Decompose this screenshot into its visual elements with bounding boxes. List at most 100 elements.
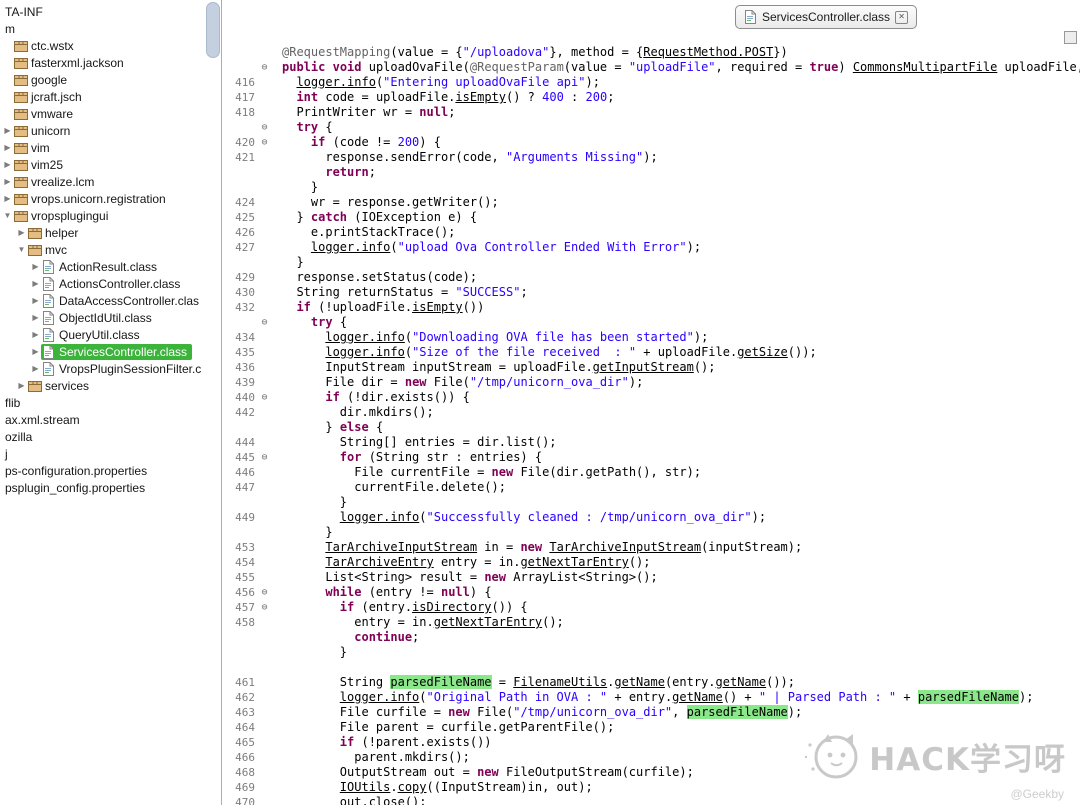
tree-item[interactable]: ▶vim25 xyxy=(0,156,204,173)
code-line[interactable]: 449 logger.info("Successfully cleaned : … xyxy=(222,510,1080,525)
code-line[interactable]: 434 logger.info("Downloading OVA file ha… xyxy=(222,330,1080,345)
tree-item-body[interactable]: DataAccessController.clas xyxy=(41,293,204,309)
tree-item[interactable]: ▶unicorn xyxy=(0,122,204,139)
chevron-right-icon[interactable]: ▶ xyxy=(30,279,41,288)
code-line[interactable]: } xyxy=(222,495,1080,510)
tree-item[interactable]: ▶helper xyxy=(0,224,204,241)
tree-item[interactable]: ▶VropsPluginSessionFilter.c xyxy=(0,360,204,377)
tree-item[interactable]: google xyxy=(0,71,204,88)
tree-item-body[interactable]: vim xyxy=(13,140,55,156)
tree-item[interactable]: fasterxml.jackson xyxy=(0,54,204,71)
tree-item[interactable]: ax.xml.stream xyxy=(0,411,204,428)
code-line[interactable]: 426 e.printStackTrace(); xyxy=(222,225,1080,240)
code-line[interactable]: 458 entry = in.getNextTarEntry(); xyxy=(222,615,1080,630)
code-line[interactable]: 463 File curfile = new File("/tmp/unicor… xyxy=(222,705,1080,720)
tree-item-body[interactable]: vrealize.lcm xyxy=(13,174,99,190)
overview-ruler-button[interactable] xyxy=(1064,31,1077,44)
code-line[interactable]: } xyxy=(222,255,1080,270)
fold-toggle-icon[interactable]: ⊖ xyxy=(257,60,272,75)
code-line[interactable]: 454 TarArchiveEntry entry = in.getNextTa… xyxy=(222,555,1080,570)
tree-item-body[interactable]: unicorn xyxy=(13,123,75,139)
fold-toggle-icon[interactable]: ⊖ xyxy=(257,135,272,150)
tree-item[interactable]: jcraft.jsch xyxy=(0,88,204,105)
chevron-down-icon[interactable]: ▼ xyxy=(2,211,13,220)
tree-item[interactable]: ▶ServicesController.class xyxy=(0,343,204,360)
tree-item-body[interactable]: google xyxy=(13,72,72,88)
sidebar-scrollbar[interactable] xyxy=(204,0,222,805)
tree-item-body[interactable]: vim25 xyxy=(13,157,68,173)
tree-item[interactable]: psplugin_config.properties xyxy=(0,479,204,496)
code-line[interactable]: 446 File currentFile = new File(dir.getP… xyxy=(222,465,1080,480)
code-line[interactable] xyxy=(222,660,1080,675)
tab-close-icon[interactable]: ✕ xyxy=(895,11,908,24)
tree-item-body[interactable]: fasterxml.jackson xyxy=(13,55,129,71)
chevron-right-icon[interactable]: ▶ xyxy=(30,347,41,356)
code-line[interactable]: 455 List<String> result = new ArrayList<… xyxy=(222,570,1080,585)
tree-item[interactable]: ▶ActionResult.class xyxy=(0,258,204,275)
fold-toggle-icon[interactable]: ⊖ xyxy=(257,450,272,465)
chevron-right-icon[interactable]: ▶ xyxy=(30,330,41,339)
tree-item[interactable]: ▶vrops.unicorn.registration xyxy=(0,190,204,207)
fold-toggle-icon[interactable]: ⊖ xyxy=(257,600,272,615)
tree-item[interactable]: TA-INF xyxy=(0,3,204,20)
chevron-down-icon[interactable]: ▼ xyxy=(16,245,27,254)
code-line[interactable]: } xyxy=(222,525,1080,540)
tree-item-body[interactable]: jcraft.jsch xyxy=(13,89,87,105)
code-line[interactable]: 442 dir.mkdirs(); xyxy=(222,405,1080,420)
code-editor[interactable]: @RequestMapping(value = {"/uploadova"}, … xyxy=(222,45,1080,805)
code-line[interactable]: @RequestMapping(value = {"/uploadova"}, … xyxy=(222,45,1080,60)
tree-item[interactable]: m xyxy=(0,20,204,37)
code-line[interactable]: 432 if (!uploadFile.isEmpty()) xyxy=(222,300,1080,315)
tree-item[interactable]: ozilla xyxy=(0,428,204,445)
tree-item-body[interactable]: vropsplugingui xyxy=(13,208,113,224)
tree-item[interactable]: ps-configuration.properties xyxy=(0,462,204,479)
code-line[interactable]: 417 int code = uploadFile.isEmpty() ? 40… xyxy=(222,90,1080,105)
code-line[interactable]: 425 } catch (IOException e) { xyxy=(222,210,1080,225)
tree-item[interactable]: ▶DataAccessController.clas xyxy=(0,292,204,309)
code-line[interactable]: } else { xyxy=(222,420,1080,435)
chevron-right-icon[interactable]: ▶ xyxy=(2,177,13,186)
editor-tab[interactable]: ServicesController.class ✕ xyxy=(735,5,917,29)
chevron-right-icon[interactable]: ▶ xyxy=(30,296,41,305)
code-line[interactable]: continue; xyxy=(222,630,1080,645)
tree-item-body[interactable]: vrops.unicorn.registration xyxy=(13,191,171,207)
fold-toggle-icon[interactable]: ⊖ xyxy=(257,390,272,405)
code-line[interactable]: 462 logger.info("Original Path in OVA : … xyxy=(222,690,1080,705)
chevron-right-icon[interactable]: ▶ xyxy=(2,126,13,135)
tree-item[interactable]: vmware xyxy=(0,105,204,122)
code-line[interactable]: 424 wr = response.getWriter(); xyxy=(222,195,1080,210)
fold-toggle-icon[interactable]: ⊖ xyxy=(257,120,272,135)
code-line[interactable]: 439 File dir = new File("/tmp/unicorn_ov… xyxy=(222,375,1080,390)
code-line[interactable]: 445⊖ for (String str : entries) { xyxy=(222,450,1080,465)
tree-item[interactable]: ▶vim xyxy=(0,139,204,156)
code-line[interactable]: 436 InputStream inputStream = uploadFile… xyxy=(222,360,1080,375)
code-line[interactable]: ⊖ try { xyxy=(222,315,1080,330)
fold-toggle-icon[interactable]: ⊖ xyxy=(257,315,272,330)
tree-item[interactable]: ▼vropsplugingui xyxy=(0,207,204,224)
chevron-right-icon[interactable]: ▶ xyxy=(30,262,41,271)
code-line[interactable]: 430 String returnStatus = "SUCCESS"; xyxy=(222,285,1080,300)
chevron-right-icon[interactable]: ▶ xyxy=(2,160,13,169)
code-line[interactable]: } xyxy=(222,180,1080,195)
code-line[interactable]: 444 String[] entries = dir.list(); xyxy=(222,435,1080,450)
code-line[interactable]: 461 String parsedFileName = FilenameUtil… xyxy=(222,675,1080,690)
scrollbar-thumb[interactable] xyxy=(206,2,220,58)
code-line[interactable]: 420⊖ if (code != 200) { xyxy=(222,135,1080,150)
tree-item-body[interactable]: mvc xyxy=(27,242,72,258)
tree-item[interactable]: ▶ActionsController.class xyxy=(0,275,204,292)
fold-toggle-icon[interactable]: ⊖ xyxy=(257,585,272,600)
tree-item-body[interactable]: ctc.wstx xyxy=(13,38,79,54)
code-line[interactable]: 435 logger.info("Size of the file receiv… xyxy=(222,345,1080,360)
tree-item-body[interactable]: services xyxy=(27,378,94,394)
tree-item-body[interactable]: helper xyxy=(27,225,83,241)
code-line[interactable]: } xyxy=(222,645,1080,660)
code-line[interactable]: 453 TarArchiveInputStream in = new TarAr… xyxy=(222,540,1080,555)
code-line[interactable]: 456⊖ while (entry != null) { xyxy=(222,585,1080,600)
chevron-right-icon[interactable]: ▶ xyxy=(30,364,41,373)
code-line[interactable]: 457⊖ if (entry.isDirectory()) { xyxy=(222,600,1080,615)
tree-item-body[interactable]: vmware xyxy=(13,106,78,122)
chevron-right-icon[interactable]: ▶ xyxy=(30,313,41,322)
tree-item-body[interactable]: ActionsController.class xyxy=(41,276,185,292)
code-line[interactable]: 421 response.sendError(code, "Arguments … xyxy=(222,150,1080,165)
code-line[interactable]: return; xyxy=(222,165,1080,180)
